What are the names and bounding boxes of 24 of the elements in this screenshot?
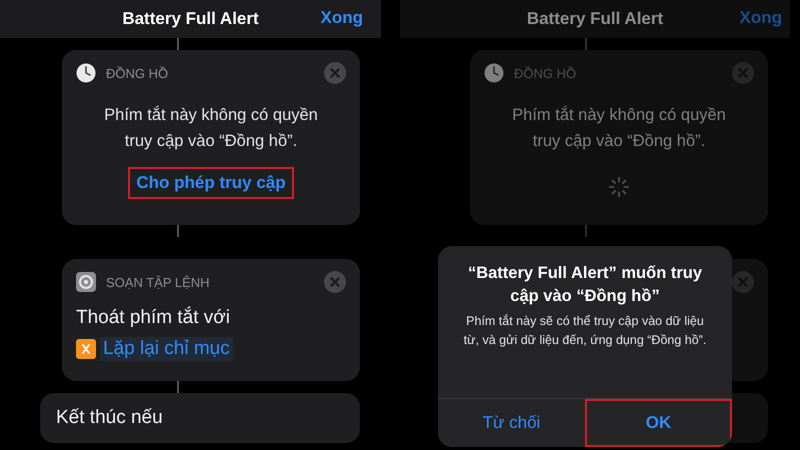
close-icon[interactable] <box>732 271 754 293</box>
alert-message: Phím tắt này sẽ có thể truy cập vào dữ liệu từ, và gửi dữ liệu đến, ứng dụng “Đồng hồ”. <box>462 313 708 349</box>
clock-icon <box>76 63 96 83</box>
shortcut-title: Battery Full Alert <box>526 9 664 29</box>
close-icon[interactable] <box>324 271 346 293</box>
permission-message: Phím tắt này không có quyền truy cập vào “Đồng hồ”. <box>511 104 727 152</box>
deny-button[interactable]: Từ chối <box>438 399 585 447</box>
gear-icon <box>76 272 96 292</box>
action-app-label: ĐỒNG HỒ <box>514 66 578 80</box>
action-text: Thoát phím tắt với <box>76 307 231 329</box>
action-app-label: SOẠN TẬP LỆNH <box>106 274 211 290</box>
shortcut-title: Battery Full Alert <box>122 9 259 29</box>
alert-title: “Battery Full Alert” muốn truy cập vào “Đồng hồ” <box>466 263 704 307</box>
close-icon[interactable] <box>732 62 754 84</box>
allow-access-button[interactable]: Cho phép truy cập <box>128 167 294 199</box>
variable-token[interactable]: Lặp lại chỉ mục <box>100 337 233 361</box>
clock-icon <box>484 63 504 83</box>
action-text: Kết thúc nếu <box>56 407 163 429</box>
variable-icon <box>76 339 96 359</box>
ok-button[interactable]: OK <box>585 399 732 447</box>
close-icon[interactable] <box>324 62 346 84</box>
action-app-label: ĐỒNG HỒ <box>106 66 170 80</box>
permission-message: Phím tắt này không có quyền truy cập vào “Đồng hồ”. <box>103 104 319 152</box>
done-button[interactable]: Xong <box>320 8 363 28</box>
